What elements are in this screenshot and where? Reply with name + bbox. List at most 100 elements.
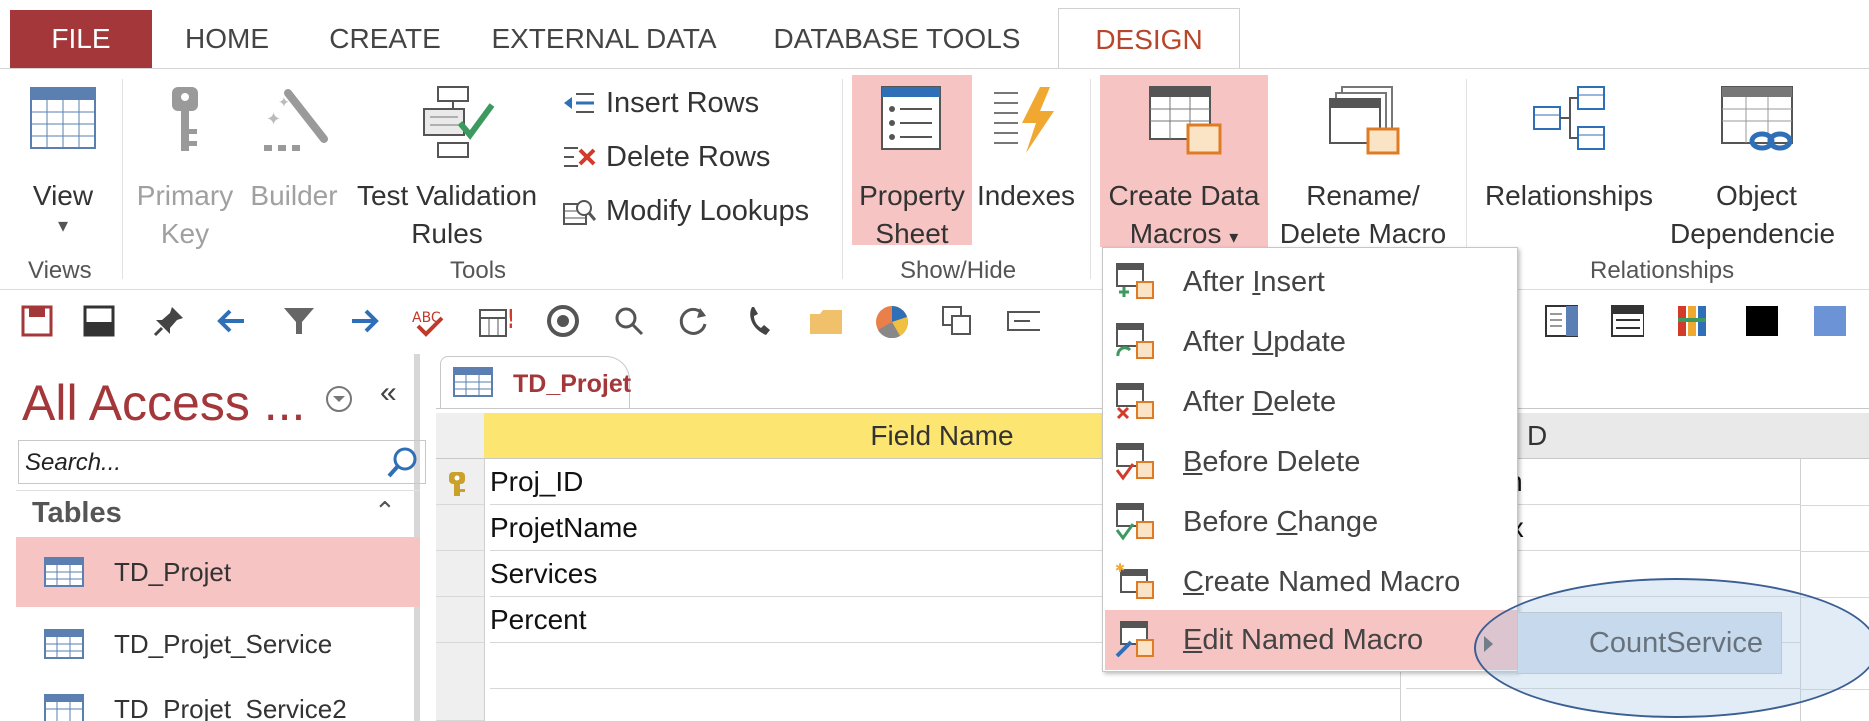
color-grid-icon[interactable] [1676,304,1710,338]
copy-icon[interactable] [940,304,974,338]
nav-item-td-projet-service2[interactable]: TD_Projet_Service2 [16,679,420,721]
rename-macro-icon [1329,86,1400,155]
before-change-icon [1115,503,1154,541]
row-selector[interactable] [436,551,484,597]
nav-item-label: TD_Projet_Service2 [114,693,347,721]
group-separator [122,79,123,279]
after-delete-icon [1116,383,1154,420]
menu-item-after-update[interactable]: After Update [1105,312,1517,372]
select-all-corner[interactable] [436,413,484,459]
blue-square-icon[interactable] [1812,304,1846,338]
insert-rows-label: Insert Rows [606,86,760,119]
primary-key-label-1: Primary [136,180,234,211]
tab-design[interactable]: DESIGN [1058,8,1240,70]
grid-line [1800,551,1869,552]
tab-create[interactable]: CREATE [320,10,450,68]
nav-section-tables[interactable]: Tables [32,497,122,530]
tab-external-data[interactable]: EXTERNAL DATA [484,10,724,68]
row-selector[interactable] [436,505,484,551]
property-sheet-icon [881,86,941,150]
menu-item-after-insert[interactable]: After Insert [1105,252,1517,312]
insert-rows-icon [564,93,594,113]
navigation-pane: All Access ... « Search... Tables ⌃ TD_P… [10,354,426,721]
chevron-up-icon[interactable]: ⌃ [374,496,396,527]
modify-lookups-label: Modify Lookups [606,194,810,227]
svg-text:✦: ✦ [266,109,281,129]
search-icon[interactable] [385,445,421,481]
table-alert-icon[interactable]: ! [478,304,512,338]
edit-named-macro-icon [1115,621,1154,658]
menu-item-after-delete[interactable]: After Delete [1105,372,1517,432]
folder-icon[interactable] [808,304,842,338]
pie-chart-icon[interactable] [874,304,908,338]
search-icon[interactable] [612,304,646,338]
relationships-button[interactable]: Relationships [1474,75,1664,215]
toolbar-divider [0,289,1869,290]
record-icon[interactable] [546,304,580,338]
phone-icon[interactable] [744,304,778,338]
list-layout-icon[interactable] [1610,304,1644,338]
lookup-icon [563,200,596,225]
search-input[interactable]: Search... [18,440,426,484]
spell-check-icon[interactable]: ABC [412,304,446,338]
column-header-description[interactable] [1800,413,1869,459]
black-square-icon[interactable] [1744,304,1778,338]
menu-item-before-delete[interactable]: Before Delete [1105,432,1517,492]
nav-divider [16,490,420,491]
tab-database-tools[interactable]: DATABASE TOOLS [760,10,1034,68]
validation-check-icon [423,86,495,158]
object-dependencies-button[interactable]: Object Dependencie [1664,75,1869,249]
key-icon [172,87,198,151]
menu-item-label: After Insert [1183,265,1325,298]
row-selector[interactable] [436,643,484,721]
indexes-label: Indexes [976,180,1076,211]
nav-menu-dropdown-icon[interactable] [324,384,354,414]
menu-item-before-change[interactable]: Before Change [1105,492,1517,552]
group-label-relationships: Relationships [1590,257,1735,284]
indexes-button[interactable]: Indexes [972,75,1080,245]
group-separator [1090,79,1091,279]
save-icon[interactable] [20,304,54,338]
delete-rows-button[interactable]: Delete Rows [562,135,770,179]
object-dependencies-label-2: Dependencie [1670,218,1836,249]
indexes-lightning-icon [994,87,1054,153]
row-selector[interactable] [436,597,484,643]
quick-toolbar: ABC ! [0,298,1869,348]
property-sheet-label-1: Property [859,180,965,211]
table-icon [44,629,84,659]
primary-key-button[interactable]: Primary Key [132,79,238,249]
modify-lookups-button[interactable]: Modify Lookups [562,189,809,233]
nav-item-td-projet-service[interactable]: TD_Projet_Service [16,609,420,679]
delete-rows-label: Delete Rows [606,140,771,173]
panel-layout-icon[interactable] [1544,304,1578,338]
tab-home[interactable]: HOME [168,10,286,68]
filter-icon[interactable] [282,304,316,338]
refresh-icon[interactable] [676,304,710,338]
svg-text:✱: ✱ [1115,562,1125,575]
form-icon[interactable] [82,304,116,338]
create-data-macros-button[interactable]: Create Data Macros ▾ [1100,75,1268,249]
textbox-icon[interactable] [1006,304,1040,338]
insert-rows-button[interactable]: Insert Rows [562,81,759,125]
property-sheet-button[interactable]: Property Sheet [852,75,972,249]
chevron-down-icon: ▾ [57,215,69,237]
rename-delete-macro-button[interactable]: Rename/ Delete Macro [1270,75,1456,249]
menu-item-edit-named-macro[interactable]: Edit Named Macro [1105,610,1517,670]
builder-button[interactable]: ✦ ✦ Builder [244,79,344,249]
row-selector[interactable] [436,459,484,505]
pin-icon[interactable] [152,304,186,338]
nav-item-td-projet[interactable]: TD_Projet [16,537,420,607]
tab-file[interactable]: FILE [10,10,152,68]
doc-tab-td-projet[interactable]: TD_Projet [440,356,631,408]
test-validation-rules-button[interactable]: Test Validation Rules [344,79,550,249]
builder-wand-icon: ✦✦ [264,89,328,151]
after-update-icon [1116,323,1154,359]
menu-item-create-named-macro[interactable]: ✱ Create Named Macro [1105,552,1517,612]
collapse-pane-icon[interactable]: « [380,376,397,410]
forward-arrow-icon[interactable] [348,304,382,338]
nav-pane-title[interactable]: All Access ... [22,374,305,432]
ribbon-tabbar: FILE HOME CREATE EXTERNAL DATA DATABASE … [0,0,1869,70]
menu-item-label: After Delete [1183,385,1337,418]
back-arrow-icon[interactable] [214,304,248,338]
view-button[interactable]: View ▾ [20,79,106,249]
